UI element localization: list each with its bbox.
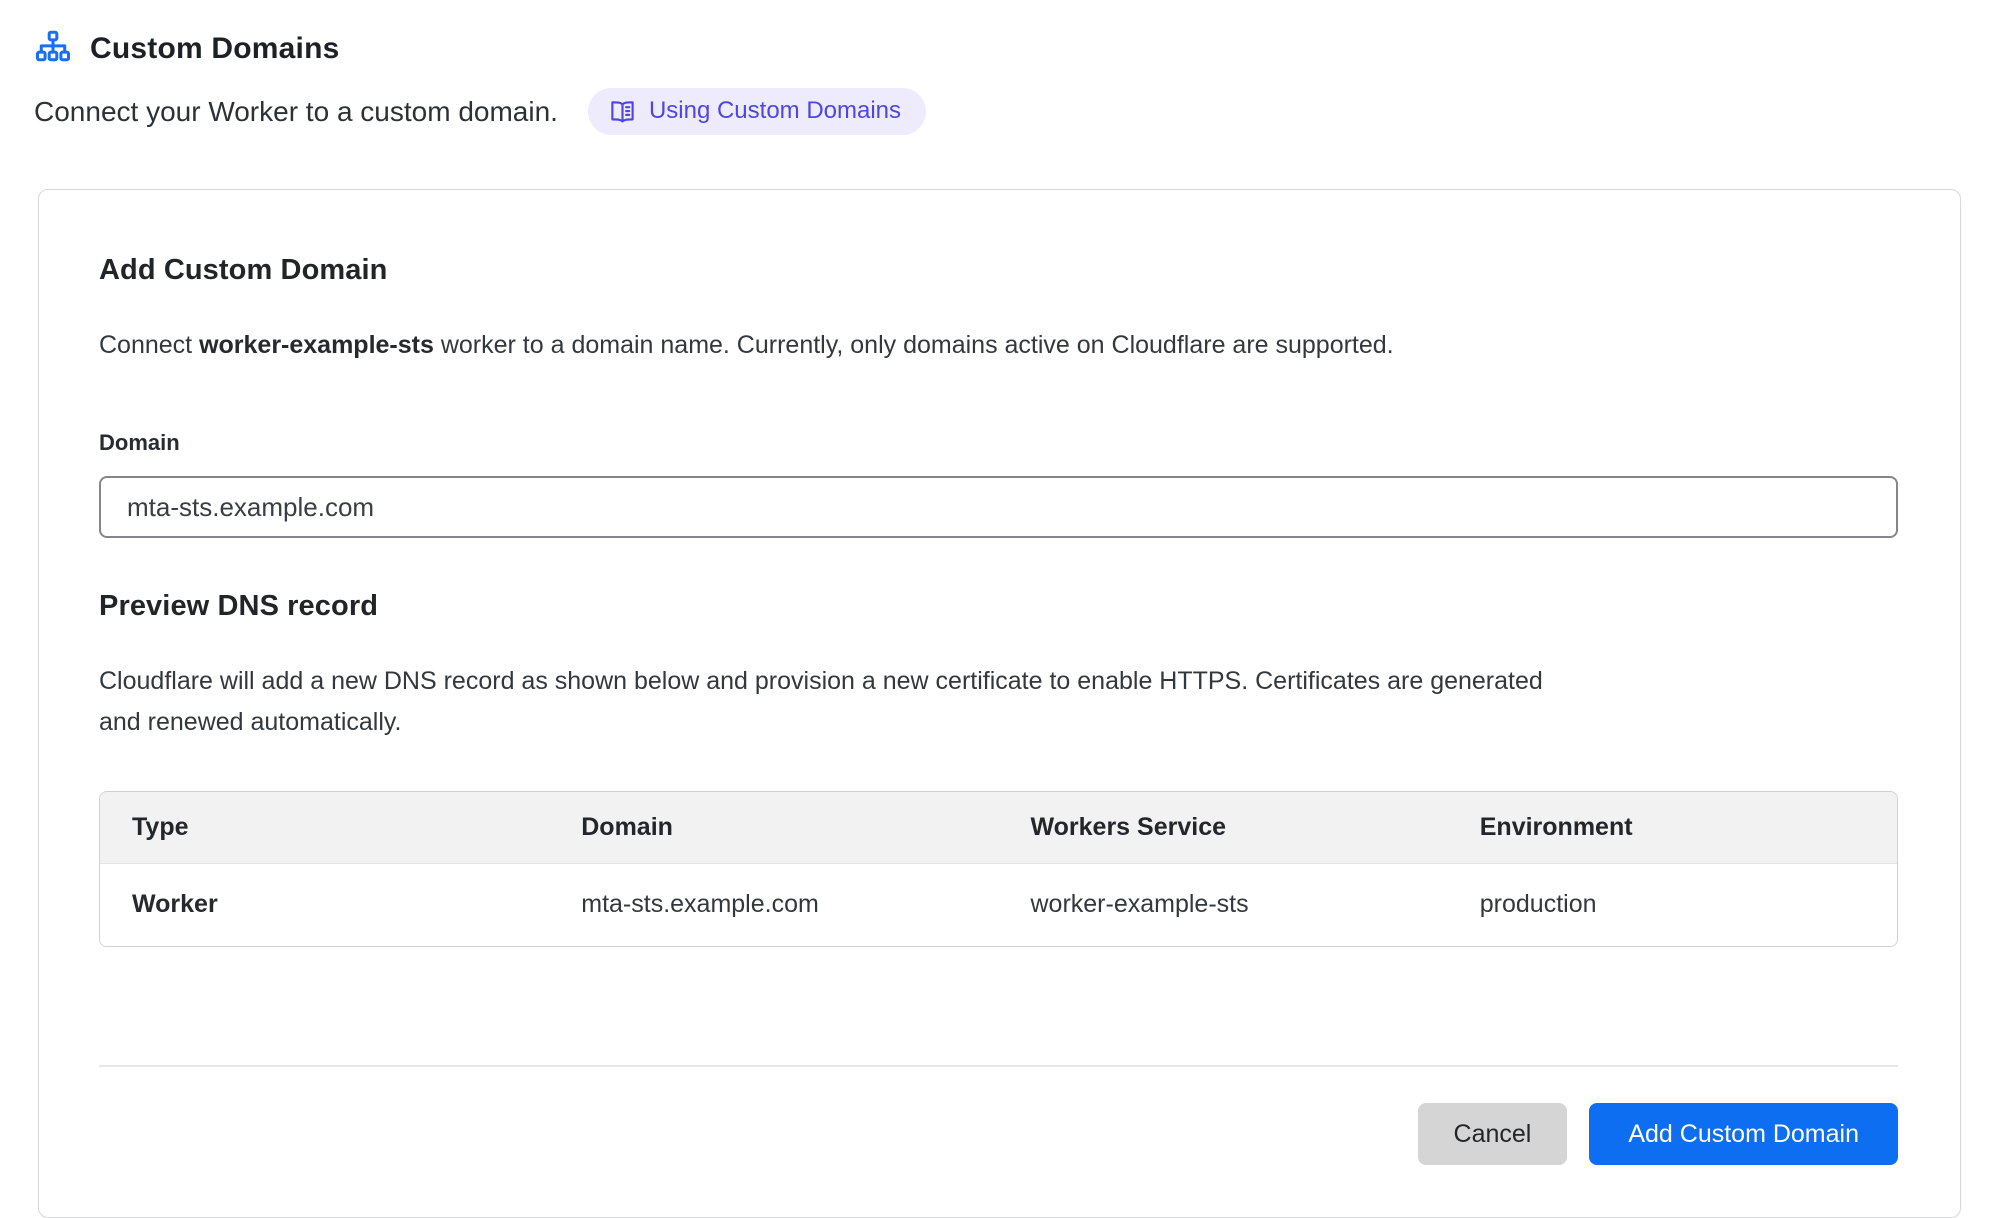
table-header-row: Type Domain Workers Service Environment	[100, 792, 1897, 864]
footer-actions: Cancel Add Custom Domain	[99, 1103, 1898, 1165]
preview-dns-description: Cloudflare will add a new DNS record as …	[99, 661, 1544, 743]
dns-preview-table: Type Domain Workers Service Environment …	[99, 791, 1898, 947]
cancel-button[interactable]: Cancel	[1418, 1103, 1568, 1165]
column-header-environment: Environment	[1448, 792, 1897, 864]
table-row: Worker mta-sts.example.com worker-exampl…	[100, 864, 1897, 947]
description-suffix: worker to a domain name. Currently, only…	[434, 331, 1394, 359]
column-header-domain: Domain	[549, 792, 998, 864]
open-book-icon	[609, 98, 636, 125]
domain-field: Domain	[99, 430, 1898, 538]
card-description: Connect worker-example-sts worker to a d…	[99, 331, 1898, 360]
description-prefix: Connect	[99, 331, 199, 359]
sitemap-icon	[34, 30, 72, 68]
worker-name: worker-example-sts	[199, 331, 434, 359]
page-title: Custom Domains	[90, 32, 340, 66]
column-header-type: Type	[100, 792, 549, 864]
add-custom-domain-card: Add Custom Domain Connect worker-example…	[38, 189, 1961, 1218]
column-header-workers-service: Workers Service	[999, 792, 1448, 864]
add-custom-domain-button[interactable]: Add Custom Domain	[1589, 1103, 1898, 1165]
footer-divider	[99, 1065, 1898, 1067]
docs-link-label: Using Custom Domains	[649, 97, 901, 125]
cell-environment: production	[1448, 864, 1897, 947]
cell-domain: mta-sts.example.com	[549, 864, 998, 947]
page-header: Custom Domains Connect your Worker to a …	[0, 0, 1999, 135]
card-heading: Add Custom Domain	[99, 254, 1898, 287]
docs-link-badge[interactable]: Using Custom Domains	[588, 88, 926, 135]
page-subtitle: Connect your Worker to a custom domain.	[34, 96, 558, 128]
title-row: Custom Domains	[34, 30, 1961, 68]
preview-dns-heading: Preview DNS record	[99, 590, 1898, 623]
domain-field-label: Domain	[99, 430, 1898, 456]
subtitle-row: Connect your Worker to a custom domain. …	[34, 88, 1961, 135]
domain-input[interactable]	[99, 476, 1898, 538]
cell-workers-service: worker-example-sts	[999, 864, 1448, 947]
cell-type: Worker	[100, 864, 549, 947]
